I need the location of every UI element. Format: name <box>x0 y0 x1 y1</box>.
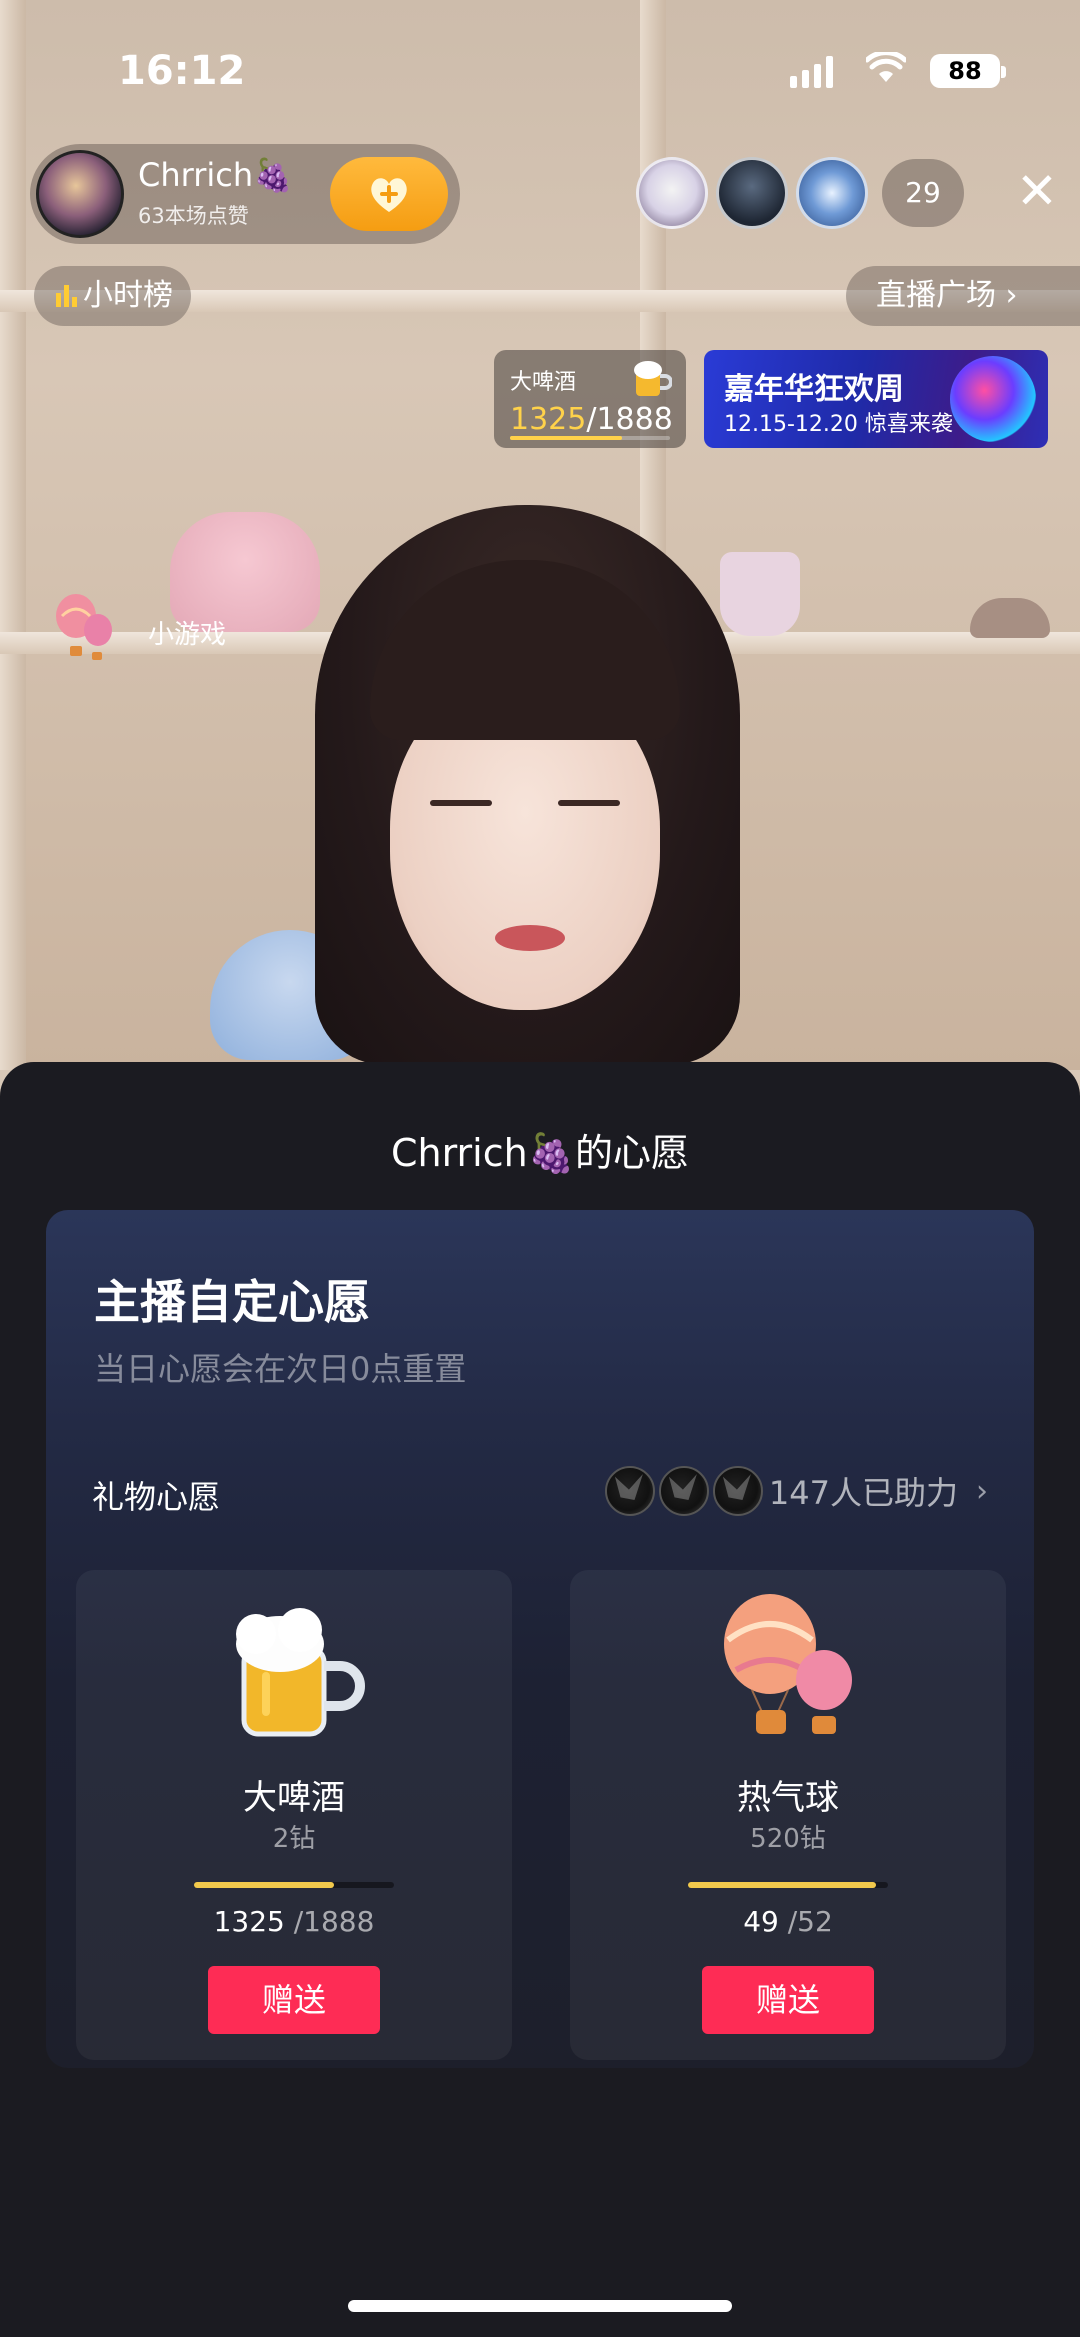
hourly-rank-label: 小时榜 <box>83 278 173 313</box>
wish-mini-label: 大啤酒 <box>510 370 577 395</box>
gift-price: 2钻 <box>272 1824 316 1854</box>
helper-avatar <box>604 1466 655 1516</box>
helpers-row[interactable]: 147人已助力 › <box>604 1466 988 1516</box>
gift-name: 大啤酒 <box>243 1778 345 1818</box>
mini-game-label: 小游戏 <box>148 620 227 650</box>
helper-avatar <box>712 1466 763 1516</box>
status-time: 16:12 <box>118 48 246 94</box>
gift-progress-total: /52 <box>787 1905 833 1938</box>
cellular-signal-icon <box>790 56 833 88</box>
wish-card: 主播自定心愿 当日心愿会在次日0点重置 礼物心愿 147人已助力 › 大啤酒 2… <box>46 1210 1034 2068</box>
wish-sheet: Chrrich🍇的心愿 主播自定心愿 当日心愿会在次日0点重置 礼物心愿 147… <box>0 1062 1080 2337</box>
vase <box>720 552 800 636</box>
beer-icon <box>630 358 673 400</box>
hot-air-balloon-icon <box>56 594 112 660</box>
send-gift-button[interactable]: 赠送 <box>702 1966 874 2034</box>
status-bar: 16:12 88 <box>0 48 1080 98</box>
home-indicator[interactable] <box>348 2300 732 2312</box>
live-plaza-label: 直播广场 › <box>876 278 1018 313</box>
beer-mug-icon <box>214 1590 374 1750</box>
close-icon[interactable]: ✕ <box>1016 166 1058 216</box>
gift-card-balloon[interactable]: 热气球 520钻 49 /52 赠送 <box>570 1570 1006 2060</box>
gift-progress-total: /1888 <box>293 1905 375 1938</box>
viewer-avatar[interactable] <box>716 157 788 229</box>
gift-progress-bar <box>688 1882 888 1888</box>
chevron-right-icon: › <box>976 1473 988 1509</box>
viewer-avatar[interactable] <box>636 157 708 229</box>
heart-plus-icon <box>367 174 411 214</box>
wish-mini-bar <box>510 436 670 440</box>
streamer-eye <box>558 800 620 806</box>
wish-mini-current: 1325 <box>510 402 587 437</box>
bar-chart-icon <box>56 285 77 307</box>
streamer-eye <box>430 800 492 806</box>
gift-wish-label: 礼物心愿 <box>92 1478 221 1516</box>
follow-button[interactable] <box>330 157 448 231</box>
live-plaza-chip[interactable]: 直播广场 › <box>846 266 1080 326</box>
wish-mini-progress: 1325/1888 <box>510 402 673 437</box>
gift-progress-bar <box>194 1882 394 1888</box>
shelf-post <box>0 0 26 1070</box>
send-gift-button[interactable]: 赠送 <box>208 1966 380 2034</box>
tiktok-orb-icon <box>950 356 1036 442</box>
wish-mini-bar-fill <box>510 436 622 440</box>
host-likes: 63本场点赞 <box>138 204 249 228</box>
gift-progress-current: 1325 <box>213 1905 285 1938</box>
gift-name: 热气球 <box>737 1778 839 1818</box>
banner-subtitle: 12.15-12.20 惊喜来袭 <box>724 412 953 437</box>
gift-card-beer[interactable]: 大啤酒 2钻 1325 /1888 赠送 <box>76 1570 512 2060</box>
sheet-title: Chrrich🍇的心愿 <box>390 1131 690 1175</box>
shell-decoration <box>970 598 1050 638</box>
host-info[interactable]: Chrrich🍇 63本场点赞 <box>30 144 460 244</box>
card-subtitle: 当日心愿会在次日0点重置 <box>94 1350 467 1388</box>
viewer-avatar[interactable] <box>796 157 868 229</box>
banner-title: 嘉年华狂欢周 <box>724 372 904 407</box>
gift-price: 520钻 <box>750 1824 826 1854</box>
helpers-count: 147人已助力 <box>768 1474 958 1512</box>
event-banner[interactable]: 嘉年华狂欢周 12.15-12.20 惊喜来袭 <box>704 350 1048 448</box>
gift-progress-text: 49 /52 <box>570 1905 1006 1938</box>
gift-progress-fill <box>194 1882 334 1888</box>
gift-progress-current: 49 <box>743 1905 779 1938</box>
wish-progress-mini[interactable]: 大啤酒 1325/1888 <box>494 350 686 448</box>
hot-air-balloon-icon <box>708 1590 868 1750</box>
card-title: 主播自定心愿 <box>94 1275 370 1329</box>
gift-progress-fill <box>688 1882 876 1888</box>
wish-mini-total: /1888 <box>586 402 673 437</box>
battery-icon: 88 <box>930 54 1006 88</box>
wifi-icon <box>864 50 908 93</box>
viewer-count[interactable]: 29 <box>882 159 964 227</box>
helper-avatar <box>658 1466 709 1516</box>
host-name: Chrrich🍇 <box>138 156 293 194</box>
host-avatar[interactable] <box>36 150 124 238</box>
streamer-lips <box>495 925 565 951</box>
gift-progress-text: 1325 /1888 <box>76 1905 512 1938</box>
hourly-rank-chip[interactable]: 小时榜 <box>34 266 191 326</box>
mini-game-entry[interactable]: 小游戏 <box>50 590 260 670</box>
